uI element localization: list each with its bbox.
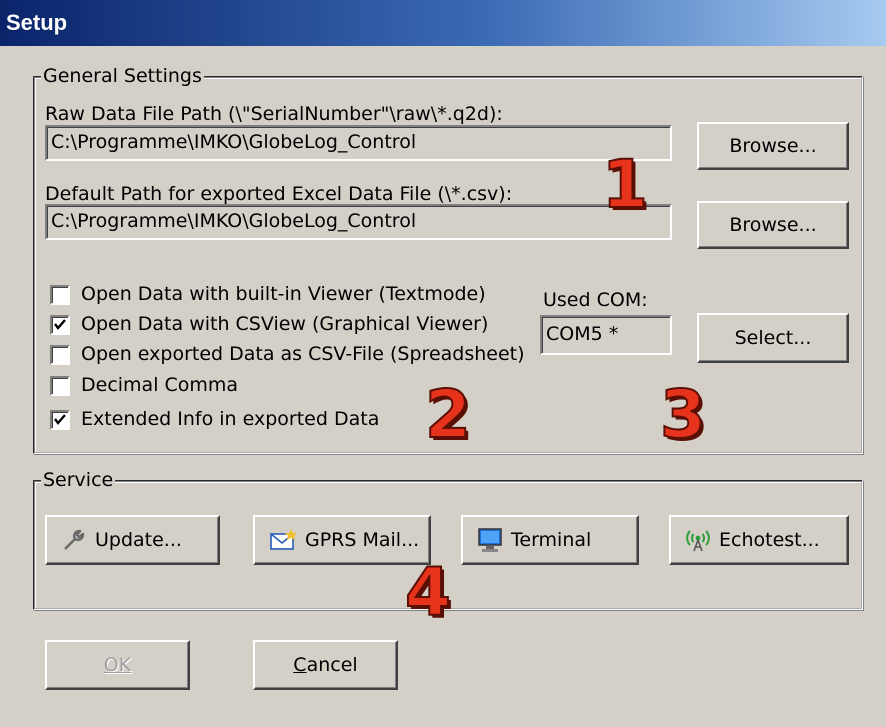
checkbox-decimal-comma[interactable] — [50, 376, 70, 396]
monitor-icon — [477, 527, 503, 553]
ok-button[interactable]: OK — [45, 640, 190, 690]
annotation-3: 3 — [659, 376, 707, 453]
raw-path-label: Raw Data File Path (\"SerialNumber"\raw\… — [45, 103, 503, 125]
antenna-icon — [685, 527, 711, 553]
title-bar[interactable]: Setup — [0, 0, 886, 46]
annotation-4: 4 — [404, 554, 452, 631]
service-legend: Service — [41, 468, 116, 492]
excel-path-field[interactable]: C:\Programme\IMKO\GlobeLog_Control — [45, 204, 672, 240]
update-button-label: Update... — [95, 529, 182, 551]
wrench-icon — [61, 527, 87, 553]
mail-icon — [269, 528, 297, 552]
check-mark-icon — [54, 414, 66, 425]
terminal-button[interactable]: Terminal — [461, 515, 639, 565]
excel-path-browse-button[interactable]: Browse... — [697, 201, 849, 249]
general-settings-legend: General Settings — [41, 64, 204, 88]
check-mark-icon — [54, 319, 66, 330]
update-button[interactable]: Update... — [45, 515, 220, 565]
checkbox-open-csv[interactable] — [50, 345, 70, 365]
select-com-button[interactable]: Select... — [697, 313, 849, 363]
used-com-field: COM5 * — [540, 315, 672, 355]
annotation-1: 1 — [601, 146, 649, 223]
checkbox-extended-info[interactable] — [50, 410, 70, 430]
cancel-button-label: Cancel — [293, 654, 358, 676]
checkbox-csview-label: Open Data with CSView (Graphical Viewer) — [81, 313, 489, 335]
used-com-label: Used COM: — [543, 289, 648, 311]
checkbox-decimal-comma-label: Decimal Comma — [81, 374, 239, 396]
checkbox-builtin-viewer[interactable] — [50, 285, 70, 305]
window-title: Setup — [6, 10, 68, 35]
checkbox-extended-info-label: Extended Info in exported Data — [81, 408, 380, 430]
cancel-button[interactable]: Cancel — [253, 640, 398, 690]
echotest-button[interactable]: Echotest... — [669, 515, 849, 565]
echotest-button-label: Echotest... — [719, 529, 820, 551]
setup-dialog: Setup General Settings Raw Data File Pat… — [0, 0, 886, 727]
checkbox-builtin-viewer-label: Open Data with built-in Viewer (Textmode… — [81, 283, 486, 305]
checkbox-open-csv-label: Open exported Data as CSV-File (Spreadsh… — [81, 343, 525, 365]
checkbox-csview[interactable] — [50, 315, 70, 335]
raw-path-browse-button[interactable]: Browse... — [697, 122, 849, 170]
gprs-mail-button-label: GPRS Mail... — [305, 529, 420, 551]
annotation-2: 2 — [424, 376, 472, 453]
excel-path-label: Default Path for exported Excel Data Fil… — [45, 183, 513, 205]
raw-path-field[interactable]: C:\Programme\IMKO\GlobeLog_Control — [45, 125, 672, 161]
ok-button-label: OK — [103, 654, 132, 676]
terminal-button-label: Terminal — [511, 529, 592, 551]
